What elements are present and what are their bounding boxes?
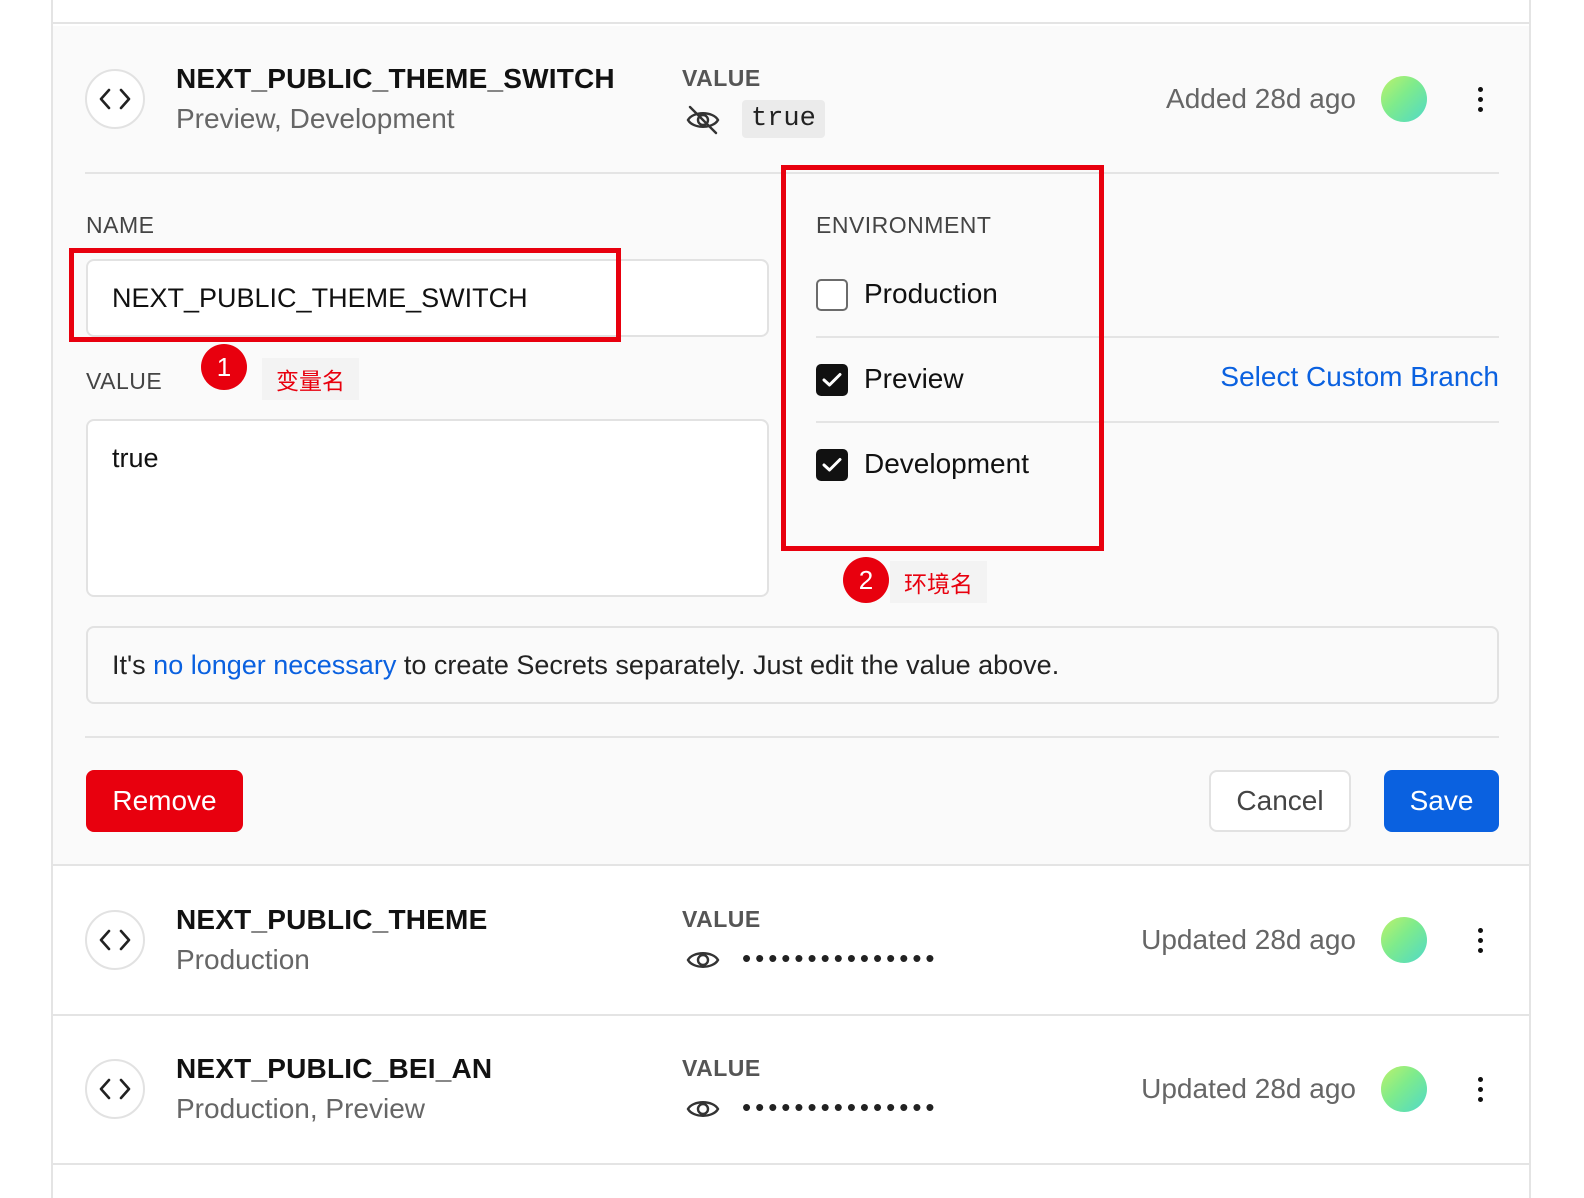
avatar <box>1381 917 1427 963</box>
value-label: VALUE <box>682 65 761 91</box>
code-brackets-icon <box>85 1059 145 1119</box>
annotation-box-environment <box>781 165 1104 551</box>
avatar <box>1381 1066 1427 1112</box>
annotation-box-name <box>69 248 621 342</box>
note-prefix: It's <box>112 650 154 680</box>
eye-icon[interactable] <box>685 942 721 978</box>
variable-name: NEXT_PUBLIC_BEI_AN <box>176 1053 493 1084</box>
more-vertical-icon[interactable] <box>1465 79 1495 119</box>
value-label: VALUE <box>682 1055 761 1081</box>
variable-environments: Production, Preview <box>176 1093 426 1124</box>
variable-meta: Updated 28d ago <box>1141 1073 1356 1104</box>
divider <box>85 736 1499 738</box>
more-vertical-icon[interactable] <box>1465 1069 1495 1109</box>
variable-name: NEXT_PUBLIC_THEME <box>176 904 488 935</box>
select-custom-branch-link[interactable]: Select Custom Branch <box>1083 361 1499 393</box>
more-vertical-icon[interactable] <box>1465 920 1495 960</box>
masked-value: ••••••••••••••• <box>742 1092 939 1122</box>
cancel-button[interactable]: Cancel <box>1209 770 1351 832</box>
variable-environments: Production <box>176 944 310 975</box>
name-label: NAME <box>86 212 155 238</box>
code-brackets-icon <box>85 910 145 970</box>
no-longer-necessary-link[interactable]: no longer necessary <box>153 650 396 680</box>
variable-row[interactable]: NEXT_PUBLIC_THEME Production VALUE •••••… <box>53 868 1529 1016</box>
code-brackets-icon <box>85 69 145 129</box>
variable-meta: Added 28d ago <box>1166 83 1356 114</box>
value-textarea[interactable]: true <box>86 419 769 597</box>
annotation-label-2: 环境名 <box>890 561 987 603</box>
annotation-badge-1: 1 <box>201 344 247 390</box>
avatar <box>1381 76 1427 122</box>
value-label: VALUE <box>682 906 761 932</box>
variable-environments: Preview, Development <box>176 103 455 134</box>
eye-icon[interactable] <box>685 1091 721 1127</box>
annotation-badge-2: 2 <box>843 557 889 603</box>
note-suffix: to create Secrets separately. Just edit … <box>396 650 1060 680</box>
secrets-note: It's no longer necessary to create Secre… <box>86 626 1499 704</box>
variable-row[interactable]: NEXT_PUBLIC_BEI_AN Production, Preview V… <box>53 1017 1529 1165</box>
variable-meta: Updated 28d ago <box>1141 924 1356 955</box>
variable-name: NEXT_PUBLIC_THEME_SWITCH <box>176 63 615 94</box>
save-button[interactable]: Save <box>1384 770 1499 832</box>
value-field-label: VALUE <box>86 368 163 394</box>
eye-off-icon[interactable] <box>685 102 721 138</box>
previous-row-edge <box>53 0 1529 24</box>
value-chip: true <box>742 100 825 138</box>
remove-button[interactable]: Remove <box>86 770 243 832</box>
masked-value: ••••••••••••••• <box>742 943 939 973</box>
annotation-label-1: 变量名 <box>262 358 359 400</box>
